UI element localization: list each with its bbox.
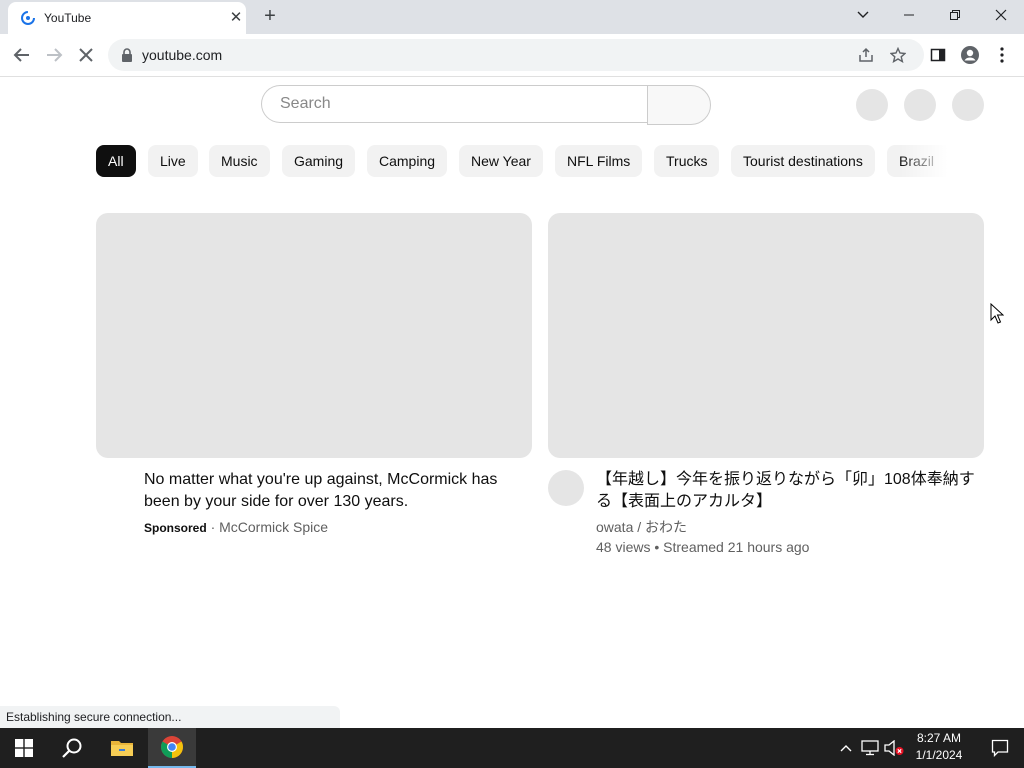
search-box[interactable]: [261, 85, 647, 123]
search-button[interactable]: [647, 85, 711, 125]
forward-arrow-icon: [47, 48, 63, 62]
sponsored-label: Sponsored: [144, 521, 207, 535]
notifications-button[interactable]: [976, 728, 1024, 768]
share-icon[interactable]: [852, 41, 880, 69]
header-placeholder-3[interactable]: [952, 89, 984, 121]
profile-avatar-icon[interactable]: [956, 41, 984, 69]
chip-new-year[interactable]: New Year: [459, 145, 543, 177]
back-arrow-icon: [13, 48, 29, 62]
chrome-icon: [161, 736, 183, 758]
browser-titlebar: YouTube ✕ +: [0, 0, 1024, 34]
chip-tourist-destinations[interactable]: Tourist destinations: [731, 145, 875, 177]
chrome-taskbar-button[interactable]: [148, 728, 196, 768]
address-bar[interactable]: youtube.com: [108, 39, 924, 71]
minimize-button[interactable]: [886, 0, 932, 30]
windows-taskbar: 8:27 AM 1/1/2024: [0, 728, 1024, 768]
url-text: youtube.com: [142, 47, 223, 63]
new-tab-button[interactable]: +: [258, 5, 282, 29]
channel-name-2[interactable]: owata / おわた: [596, 517, 976, 537]
chip-camping[interactable]: Camping: [367, 145, 448, 177]
channel-name-1[interactable]: McCormick Spice: [219, 519, 328, 535]
video-thumbnail-2[interactable]: [548, 213, 984, 458]
video-stats-2: 48 views • Streamed 21 hours ago: [596, 539, 810, 555]
file-explorer-button[interactable]: [98, 728, 146, 768]
search-input[interactable]: [278, 94, 632, 114]
header-placeholder-2[interactable]: [904, 89, 936, 121]
video-thumbnail-1[interactable]: [96, 213, 532, 458]
header-placeholder-1[interactable]: [856, 89, 888, 121]
video-meta-1: Sponsored · McCormick Spice: [144, 517, 516, 538]
search-icon: [62, 738, 82, 758]
side-panel-icon[interactable]: [924, 41, 952, 69]
taskbar-clock[interactable]: 8:27 AM 1/1/2024: [900, 730, 978, 764]
clock-time: 8:27 AM: [916, 731, 962, 745]
search-taskbar-button[interactable]: [48, 728, 96, 768]
tab-youtube[interactable]: YouTube ✕: [8, 2, 246, 34]
restore-button[interactable]: [932, 0, 978, 30]
video-title-1[interactable]: No matter what you're up against, McCorm…: [144, 469, 516, 513]
chip-nfl-films[interactable]: NFL Films: [555, 145, 643, 177]
lock-icon[interactable]: [120, 47, 134, 63]
stop-loading-button[interactable]: [72, 41, 100, 69]
close-tab-icon[interactable]: ✕: [226, 8, 246, 28]
menu-kebab-icon[interactable]: [988, 41, 1016, 69]
channel-avatar-2[interactable]: [548, 470, 584, 506]
back-button[interactable]: [8, 41, 36, 69]
chip-music[interactable]: Music: [209, 145, 270, 177]
mouse-cursor-icon: [990, 303, 1004, 324]
folder-icon: [111, 741, 133, 756]
meta-separator: ·: [210, 519, 216, 535]
stop-icon: [79, 48, 93, 62]
chip-all[interactable]: All: [96, 145, 136, 177]
close-window-button[interactable]: [978, 0, 1024, 30]
chip-trucks[interactable]: Trucks: [654, 145, 720, 177]
clock-date: 1/1/2024: [915, 748, 963, 762]
show-hidden-icons-chevron-icon[interactable]: [836, 728, 856, 768]
start-button[interactable]: [0, 728, 48, 768]
chip-gaming[interactable]: Gaming: [282, 145, 356, 177]
bookmark-star-icon[interactable]: [884, 41, 912, 69]
network-icon[interactable]: [858, 728, 882, 768]
forward-button[interactable]: [40, 41, 68, 69]
windows-logo-icon: [15, 739, 33, 757]
loading-spinner-icon: [21, 11, 35, 25]
video-title-2[interactable]: 【年越し】今年を振り返りながら「卯」108体奉納する【表面上のアカルタ】: [596, 469, 976, 513]
tab-search-icon[interactable]: [840, 0, 886, 30]
status-bubble: Establishing secure connection...: [0, 706, 340, 728]
tab-title: YouTube: [44, 11, 92, 25]
browser-toolbar: youtube.com: [0, 34, 1024, 77]
chip-bar-fade: [900, 145, 960, 177]
chip-live[interactable]: Live: [148, 145, 198, 177]
notification-icon: [991, 739, 1009, 757]
